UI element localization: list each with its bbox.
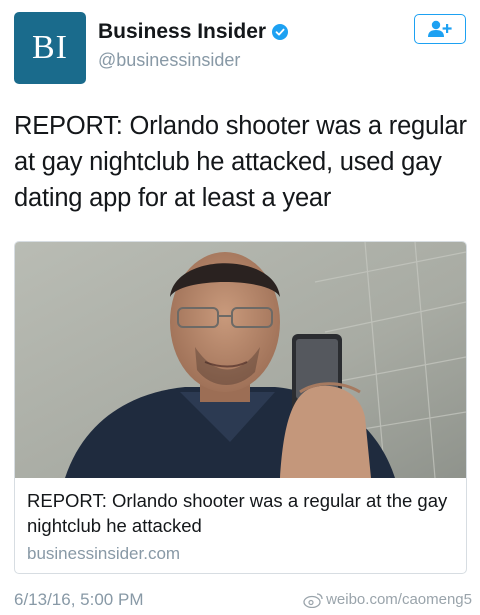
card-photo bbox=[15, 242, 466, 478]
name-row: Business Insider bbox=[98, 20, 289, 44]
add-user-icon bbox=[428, 20, 452, 37]
follow-button[interactable] bbox=[414, 14, 466, 44]
tweet-text: REPORT: Orlando shooter was a regular at… bbox=[14, 112, 467, 212]
tweet-header: BI Business Insider @businessinsider bbox=[14, 12, 466, 84]
avatar-logo-text: BI bbox=[32, 29, 68, 66]
verified-badge-icon bbox=[272, 24, 289, 40]
avatar[interactable]: BI bbox=[14, 12, 86, 84]
link-card[interactable]: REPORT: Orlando shooter was a regular at… bbox=[14, 241, 467, 574]
watermark: weibo.com/caomeng5 bbox=[303, 591, 472, 608]
card-title[interactable]: REPORT: Orlando shooter was a regular at… bbox=[27, 488, 457, 538]
watermark-text: weibo.com/caomeng5 bbox=[326, 591, 472, 608]
card-domain[interactable]: businessinsider.com bbox=[27, 544, 180, 564]
account-handle[interactable]: @businessinsider bbox=[98, 50, 240, 71]
weibo-logo-icon bbox=[303, 592, 323, 608]
tweet-timestamp[interactable]: 6/13/16, 5:00 PM bbox=[14, 590, 143, 610]
display-name[interactable]: Business Insider bbox=[98, 20, 266, 44]
